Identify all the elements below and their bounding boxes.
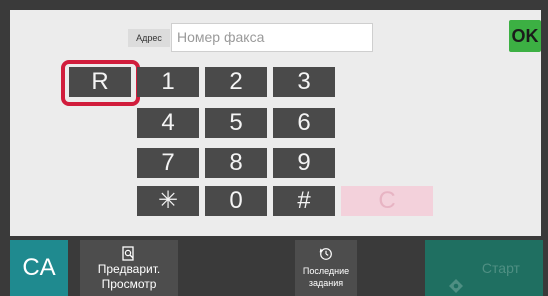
key-2[interactable]: 2 [205,67,267,97]
start-label: Старт [481,260,520,276]
key-3[interactable]: 3 [273,67,335,97]
history-label-line1: Последние [302,266,350,276]
recent-jobs-button[interactable]: Последние задания [295,240,357,296]
key-4[interactable]: 4 [137,108,199,138]
start-button[interactable]: Старт [425,240,543,296]
key-6[interactable]: 6 [273,108,335,138]
key-5[interactable]: 5 [205,108,267,138]
history-icon [319,247,333,261]
address-label[interactable]: Адрес [128,29,170,47]
key-7[interactable]: 7 [137,148,199,178]
key-8[interactable]: 8 [205,148,267,178]
key-9[interactable]: 9 [273,148,335,178]
history-label-line2: задания [308,278,344,288]
ca-button[interactable]: CA [10,240,68,296]
clear-key[interactable]: C [341,186,433,216]
key-1[interactable]: 1 [137,67,199,97]
screen-frame: Адрес Номер факса OK R 1 2 3 4 5 6 7 8 9… [0,0,548,296]
r-key-highlight [61,60,140,106]
key-0[interactable]: 0 [205,186,267,216]
preview-button[interactable]: Предварит. Просмотр [80,240,178,296]
ok-button[interactable]: OK [509,20,541,52]
preview-label-line2: Просмотр [101,277,157,291]
start-diamond-icon [448,261,464,294]
key-hash[interactable]: # [273,186,335,216]
fax-number-field[interactable]: Номер факса [171,23,373,52]
preview-icon [121,246,137,262]
preview-label-line1: Предварит. [97,262,161,276]
key-star[interactable]: ✳ [137,186,199,216]
